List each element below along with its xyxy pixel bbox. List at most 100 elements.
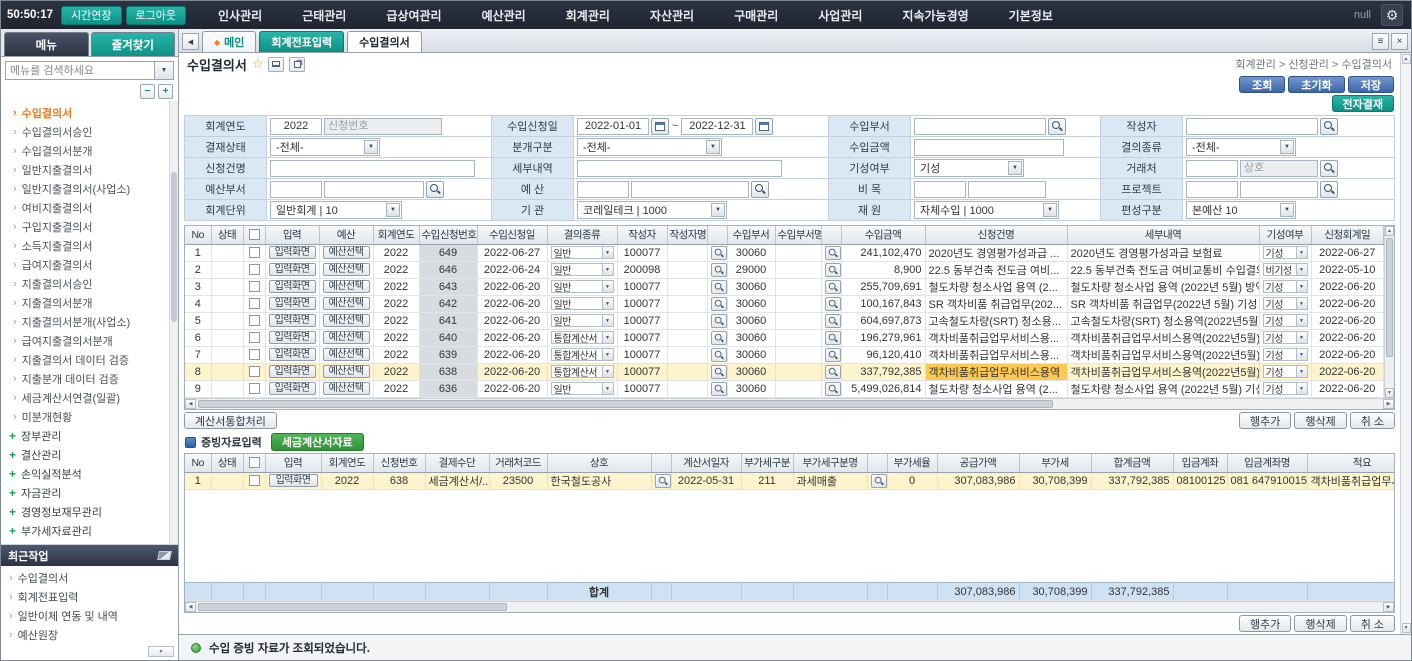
topbar-menu-item[interactable]: 사업관리 bbox=[818, 7, 862, 24]
budget-select-button[interactable]: 예산선택 bbox=[323, 382, 370, 395]
sidebar-item[interactable]: ›일반지출결의서 bbox=[1, 160, 169, 179]
scroll-right-icon[interactable]: ▶ bbox=[1383, 602, 1394, 612]
approval-state-select[interactable]: -전체-▼ bbox=[270, 138, 380, 156]
resolution-type-cell-select[interactable]: 일반▼ bbox=[551, 246, 614, 259]
settings-gear-button[interactable]: ⚙ bbox=[1381, 4, 1403, 26]
completion-cell-select[interactable]: 비기성▼ bbox=[1263, 263, 1308, 276]
e-approval-button[interactable]: 전자결재 bbox=[1332, 95, 1394, 112]
search-button[interactable] bbox=[711, 246, 727, 260]
scrollbar-thumb[interactable] bbox=[198, 400, 1053, 408]
recent-work-item[interactable]: ›예산원장 bbox=[1, 625, 178, 644]
row-checkbox[interactable] bbox=[249, 247, 260, 258]
sidebar-tab-menu[interactable]: 메뉴 bbox=[4, 32, 89, 56]
search-button[interactable] bbox=[1320, 160, 1338, 177]
grid-row[interactable]: 1입력화면예산선택20226492022-06-27일반▼10007730060… bbox=[185, 244, 1384, 261]
request-no-input[interactable] bbox=[324, 118, 442, 135]
search-button[interactable] bbox=[825, 382, 841, 396]
expense-item-code-input[interactable] bbox=[914, 181, 966, 198]
search-button[interactable] bbox=[711, 331, 727, 345]
sidebar-item[interactable]: +경영정보재무관리 bbox=[1, 502, 169, 521]
clear-recent-icon[interactable] bbox=[157, 551, 172, 560]
budget-select-button[interactable]: 예산선택 bbox=[323, 314, 370, 327]
tab-close-button[interactable]: × bbox=[1391, 33, 1408, 50]
add-row-button[interactable]: 행추가 bbox=[1239, 412, 1291, 429]
sidebar-scrollbar[interactable] bbox=[169, 101, 178, 544]
resolution-type-select[interactable]: -전체-▼ bbox=[1186, 138, 1296, 156]
search-button[interactable] bbox=[711, 263, 727, 277]
sidebar-item[interactable]: +결산관리 bbox=[1, 445, 169, 464]
sidebar-tab-favorites[interactable]: 즐겨찾기 bbox=[91, 32, 176, 56]
topbar-menu-item[interactable]: 기본정보 bbox=[1009, 7, 1053, 24]
completion-cell-select[interactable]: 기성▼ bbox=[1263, 280, 1308, 293]
search-button[interactable] bbox=[1320, 118, 1338, 135]
resolution-type-cell-select[interactable]: 일반▼ bbox=[551, 297, 614, 310]
select-all-checkbox[interactable] bbox=[249, 229, 260, 240]
topbar-menu-item[interactable]: 급상여관리 bbox=[386, 7, 441, 24]
delete-row-button[interactable]: 행삭제 bbox=[1294, 412, 1346, 429]
vendor-name-input[interactable] bbox=[1240, 160, 1318, 177]
search-button[interactable] bbox=[825, 280, 841, 294]
request-title-input[interactable] bbox=[270, 160, 475, 177]
logout-button[interactable]: 로그아웃 bbox=[126, 6, 186, 25]
sidebar-item[interactable]: ›급여지출결의서분개 bbox=[1, 331, 169, 350]
grid-row[interactable]: 6입력화면예산선택20226402022-06-20통합계산서▼10007730… bbox=[185, 329, 1384, 346]
budget-name-input[interactable] bbox=[631, 181, 749, 198]
expense-item-name-input[interactable] bbox=[968, 181, 1046, 198]
budget-select-button[interactable]: 예산선택 bbox=[323, 297, 370, 310]
budget-select-button[interactable]: 예산선택 bbox=[323, 246, 370, 259]
sidebar-item[interactable]: ›지출결의서분개 bbox=[1, 293, 169, 312]
row-checkbox[interactable] bbox=[249, 383, 260, 394]
grid-row[interactable]: 2입력화면예산선택20226462022-06-24일반▼20009829000… bbox=[185, 261, 1384, 278]
input-screen-button[interactable]: 입력화면 bbox=[269, 331, 316, 344]
search-button[interactable] bbox=[1320, 181, 1338, 198]
search-button[interactable] bbox=[711, 348, 727, 362]
sidebar-item[interactable]: ›지출분개 데이터 검증 bbox=[1, 369, 169, 388]
topbar-menu-item[interactable]: 구매관리 bbox=[734, 7, 778, 24]
input-screen-button[interactable]: 입력화면 bbox=[269, 263, 316, 276]
topbar-menu-item[interactable]: 근태관리 bbox=[302, 7, 346, 24]
scroll-up-icon[interactable]: ▲ bbox=[1402, 54, 1411, 64]
budget-select-button[interactable]: 예산선택 bbox=[323, 348, 370, 361]
vendor-code-input[interactable] bbox=[1186, 160, 1238, 177]
search-button[interactable] bbox=[711, 280, 727, 294]
grid-row[interactable]: 1입력화면2022638세금계산서/...23500한국철도공사2022-05-… bbox=[185, 472, 1395, 489]
screen-icon[interactable] bbox=[268, 57, 284, 72]
delete-row-button[interactable]: 행삭제 bbox=[1294, 615, 1346, 632]
completion-cell-select[interactable]: 기성▼ bbox=[1263, 365, 1308, 378]
project-name-input[interactable] bbox=[1240, 181, 1318, 198]
income-amount-input[interactable] bbox=[914, 139, 1064, 156]
collapse-all-button[interactable]: − bbox=[140, 84, 155, 99]
detail-input[interactable] bbox=[577, 160, 782, 177]
scroll-up-icon[interactable]: ▲ bbox=[1385, 226, 1394, 236]
sidebar-item[interactable]: ›지출결의서분개(사업소) bbox=[1, 312, 169, 331]
search-button[interactable] bbox=[825, 314, 841, 328]
input-screen-button[interactable]: 입력화면 bbox=[269, 382, 316, 395]
search-button[interactable] bbox=[711, 382, 727, 396]
income-grid-vertical-scrollbar[interactable]: ▲ ▼ bbox=[1384, 226, 1394, 398]
search-button[interactable] bbox=[655, 474, 671, 488]
input-screen-button[interactable]: 입력화면 bbox=[269, 348, 316, 361]
search-button[interactable] bbox=[825, 331, 841, 345]
search-button[interactable] bbox=[825, 348, 841, 362]
sidebar-item[interactable]: +자금관리 bbox=[1, 483, 169, 502]
search-button[interactable] bbox=[751, 181, 769, 198]
evidence-grid-horizontal-scrollbar[interactable]: ◀ ▶ bbox=[185, 601, 1394, 612]
account-unit-select[interactable]: 일반회계 | 10▼ bbox=[270, 201, 402, 219]
input-screen-button[interactable]: 입력화면 bbox=[269, 246, 316, 259]
scroll-right-icon[interactable]: ▶ bbox=[1383, 399, 1394, 409]
scrollbar-thumb[interactable] bbox=[1386, 238, 1393, 357]
resolution-type-cell-select[interactable]: 일반▼ bbox=[551, 382, 614, 395]
sidebar-item[interactable]: ›급여지출결의서 bbox=[1, 255, 169, 274]
tab-income-resolution[interactable]: 수입결의서 bbox=[347, 31, 422, 52]
favorite-star-icon[interactable]: ☆ bbox=[252, 56, 264, 72]
budget-select-button[interactable]: 예산선택 bbox=[323, 280, 370, 293]
search-button[interactable] bbox=[426, 181, 444, 198]
select-all-checkbox[interactable] bbox=[249, 457, 260, 468]
grid-row[interactable]: 9입력화면예산선택20226362022-06-20일반▼10007730060… bbox=[185, 380, 1384, 397]
grid-row[interactable]: 5입력화면예산선택20226412022-06-20일반▼10007730060… bbox=[185, 312, 1384, 329]
scrollbar-thumb[interactable] bbox=[198, 603, 507, 611]
sidebar-item[interactable]: ›지출결의서 데이터 검증 bbox=[1, 350, 169, 369]
income-dept-input[interactable] bbox=[914, 118, 1046, 135]
completion-cell-select[interactable]: 기성▼ bbox=[1263, 246, 1308, 259]
sidebar-item[interactable]: +장부관리 bbox=[1, 426, 169, 445]
